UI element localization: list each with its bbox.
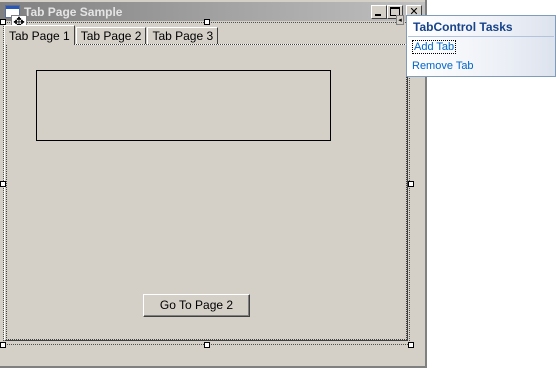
tab-page-3[interactable]: Tab Page 3 bbox=[147, 27, 219, 45]
resize-handle-right[interactable] bbox=[408, 181, 414, 187]
content-panel[interactable] bbox=[36, 70, 331, 141]
minimize-button[interactable] bbox=[371, 5, 387, 19]
tasks-panel-title: TabControl Tasks bbox=[413, 20, 513, 34]
resize-handle-bottom-left[interactable] bbox=[0, 342, 6, 348]
resize-handle-bottom[interactable] bbox=[204, 342, 210, 348]
tasks-panel-divider bbox=[408, 36, 554, 37]
resize-handle-top[interactable] bbox=[204, 19, 210, 25]
add-tab-link[interactable]: Add Tab bbox=[412, 40, 457, 54]
tabcontrol-tasks-panel: TabControl Tasks Add Tab Remove Tab bbox=[406, 15, 556, 77]
minimize-icon bbox=[375, 14, 381, 16]
title-bar[interactable]: Tab Page Sample ✕ bbox=[0, 2, 427, 21]
resize-handle-bottom-right[interactable] bbox=[408, 342, 414, 348]
tab-strip: Tab Page 1 Tab Page 2 Tab Page 3 bbox=[4, 25, 219, 45]
go-to-page-2-button[interactable]: Go To Page 2 bbox=[143, 294, 250, 317]
tab-page-2[interactable]: Tab Page 2 bbox=[75, 27, 147, 45]
resize-handle-left[interactable] bbox=[0, 181, 6, 187]
tab-page-1[interactable]: Tab Page 1 bbox=[4, 25, 75, 45]
designer-form-window: Tab Page Sample ✕ Tab Page 1 Tab Page 2 … bbox=[0, 0, 427, 368]
remove-tab-link[interactable]: Remove Tab bbox=[412, 60, 474, 72]
smart-tag-icon[interactable]: ◂ bbox=[396, 15, 404, 25]
window-title: Tab Page Sample bbox=[24, 5, 123, 19]
